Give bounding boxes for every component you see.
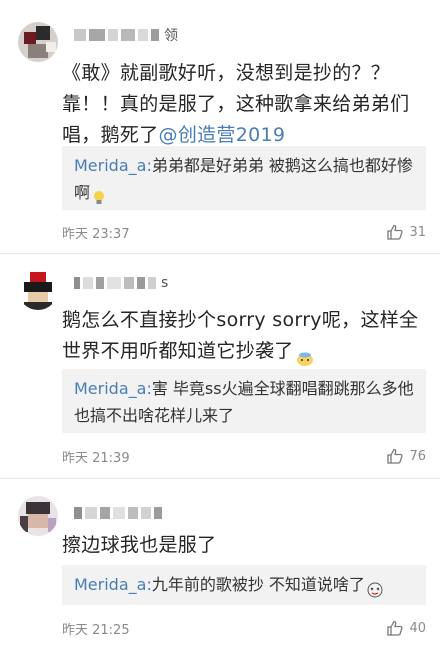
reply-text: 九年前的歌被抄 不知道说啥了 (151, 575, 365, 594)
thumbs-up-icon (387, 224, 404, 240)
thumbs-up-icon (387, 448, 404, 464)
reply-username[interactable]: Merida_a: (74, 156, 152, 175)
comment-line: 擦边球我也是服了 (62, 534, 217, 556)
like-button[interactable]: 76 (387, 448, 426, 464)
reply-username[interactable]: Merida_a: (74, 575, 152, 594)
comment-line: 世界不用听都知道它抄袭了 (62, 336, 426, 367)
timestamp: 昨天 21:25 (62, 622, 130, 638)
lightbulb-emoji-icon (92, 187, 110, 204)
reply-box[interactable]: Merida_a:弟弟都是好弟弟 被鹅这么搞也都好惨啊 (62, 146, 426, 210)
username-tail: s (161, 275, 169, 291)
timestamp: 昨天 21:39 (62, 450, 130, 466)
dizzy-emoji-icon (367, 579, 385, 597)
reply-box[interactable]: Merida_a:害 毕竟ss火遍全球翻唱翻跳那么多他也搞不出啥花样儿来了 (62, 369, 426, 433)
divider (0, 478, 440, 479)
comment-line: 鹅怎么不直接抄个sorry sorry呢，这样全 (62, 309, 419, 331)
like-count: 40 (409, 620, 426, 636)
reply-username[interactable]: Merida_a: (74, 379, 152, 398)
username[interactable]: s (74, 272, 168, 294)
thumbs-up-icon (387, 620, 404, 636)
comment-text: 世界不用听都知道它抄袭了 (62, 340, 294, 362)
comment-meta: 昨天 21:25 40 (62, 618, 426, 638)
like-button[interactable]: 31 (387, 224, 426, 240)
avatar[interactable] (18, 270, 58, 310)
username[interactable] (74, 502, 167, 524)
username[interactable]: 领 (74, 24, 178, 46)
comment-body: 《敢》就副歌好听，没想到是抄的？？ 靠！！真的是服了，这种歌拿来给弟弟们 唱，鹅… (62, 58, 426, 151)
comment-line: 靠！！真的是服了，这种歌拿来给弟弟们 (62, 93, 410, 115)
comment-meta: 昨天 23:37 31 (62, 222, 426, 242)
comment-body: 擦边球我也是服了 (62, 530, 426, 561)
reply-box[interactable]: Merida_a:九年前的歌被抄 不知道说啥了 (62, 565, 426, 605)
smiling-emoji-icon (296, 345, 314, 366)
comment-body: 鹅怎么不直接抄个sorry sorry呢，这样全 世界不用听都知道它抄袭了 (62, 305, 426, 367)
mention-link[interactable]: @创造营2019 (159, 124, 286, 146)
timestamp: 昨天 23:37 (62, 226, 130, 242)
username-tail: 领 (164, 28, 178, 44)
comment-meta: 昨天 21:39 76 (62, 446, 426, 466)
like-count: 31 (409, 224, 426, 240)
avatar[interactable] (18, 496, 58, 536)
comment-line: 《敢》就副歌好听，没想到是抄的？？ (62, 62, 391, 84)
comment-text: 唱，鹅死了 (62, 124, 159, 146)
avatar[interactable] (18, 22, 58, 62)
like-count: 76 (409, 448, 426, 464)
like-button[interactable]: 40 (387, 620, 426, 636)
divider (0, 253, 440, 254)
